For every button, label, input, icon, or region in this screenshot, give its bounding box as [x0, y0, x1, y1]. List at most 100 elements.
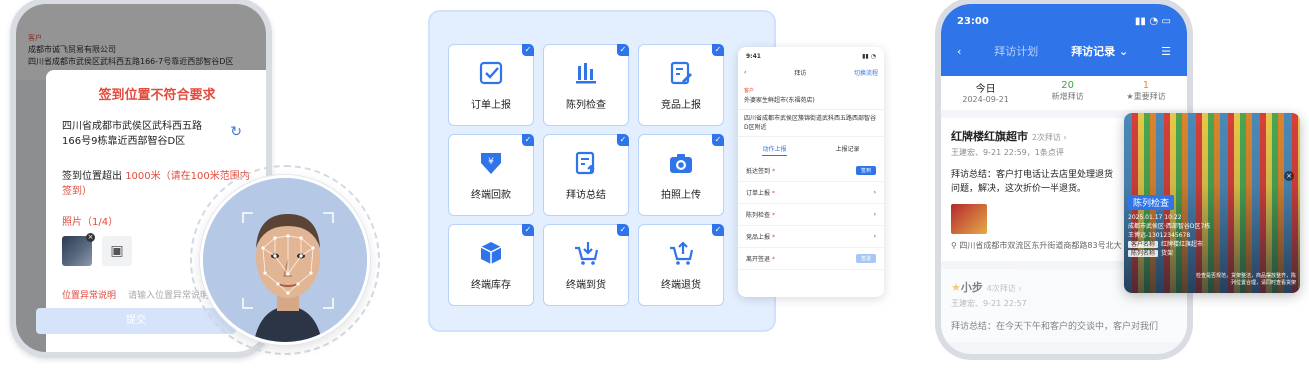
switch-flow-link[interactable]: 切换流程	[854, 68, 878, 77]
check-icon: ✓	[617, 134, 629, 146]
stat-new-visits[interactable]: 20 新增拜访	[1052, 80, 1084, 104]
stats-bar: 今日 2024-09-21 20 新增拜访 1 ★重要拜访	[941, 76, 1187, 110]
visit-summary: 拜访总结：客户打电话让去店里处理退货问题，解决，这次折价一半退货。	[951, 170, 1114, 194]
back-icon[interactable]: ‹	[957, 45, 961, 58]
stat-sub: ★重要拜访	[1126, 92, 1166, 101]
stat-sub: 新增拜访	[1051, 92, 1084, 101]
mini-navbar: ‹ 拜访 切换流程	[738, 60, 884, 83]
tile-display-check[interactable]: ✓ 陈列检查	[543, 44, 629, 126]
tile-label: 拜访总结	[566, 189, 606, 201]
remove-photo-icon[interactable]: ×	[86, 233, 95, 242]
tile-visit-summary[interactable]: ✓ 拜访总结	[543, 134, 629, 216]
chip-display: 陈列名称	[1128, 250, 1159, 257]
tile-competitor-report[interactable]: ✓ 竞品上报	[638, 44, 724, 126]
row-label: 陈列检查	[746, 212, 771, 219]
stat-important-visits[interactable]: 1 ★重要拜访	[1126, 80, 1165, 104]
tab-action-report[interactable]: 动作上报	[762, 144, 787, 156]
chevron-right-icon: ›	[873, 189, 876, 196]
mini-row-display[interactable]: 陈列检查 * ›	[738, 204, 884, 226]
photo-watermark: 2025.01.17 10:22 成都市武侯区·西部智谷D区7栋 王博远-130…	[1128, 213, 1210, 258]
photo-thumbnail[interactable]: ×	[62, 233, 95, 266]
bar-chart-icon	[576, 62, 596, 83]
tile-label: 终端库存	[471, 279, 511, 291]
distance-label: 签到位置超出	[62, 171, 122, 182]
check-icon: ✓	[712, 44, 724, 56]
mini-customer-label: 客户	[744, 88, 755, 94]
records-header: 23:00 ▮▮ ◔ ▭ ‹ 拜访计划 拜访记录 ⌄ ☰	[941, 4, 1187, 76]
refresh-icon[interactable]: ↻	[230, 125, 242, 149]
visit-mini-phone: 9:41 ▮▮ ◔ ‹ 拜访 切换流程 客户 外婆家生鲜超市(东福苑店) 四川省…	[738, 47, 884, 297]
chip-display-value: 货架	[1161, 250, 1174, 257]
checkin-address-row: 四川省成都市武侯区武科西五路166号9栋靠近西部智谷D区 ↻	[62, 119, 252, 149]
photo-footer: 检查是否规范，货架整洁，商品摆放整齐，陈列位置合理，请同时查看货架	[1195, 273, 1296, 286]
visit-count[interactable]: 4次拜访 ›	[987, 284, 1022, 293]
check-icon: ✓	[712, 134, 724, 146]
face-illustration	[203, 178, 367, 342]
filter-icon[interactable]: ☰	[1161, 45, 1171, 58]
signal-icon: ▮▮ ◔	[862, 53, 876, 60]
tile-label: 终端退货	[661, 279, 701, 291]
visit-photo[interactable]	[951, 204, 987, 234]
photo-location: 成都市武侯区·西部智谷D区7栋	[1128, 223, 1211, 230]
tile-terminal-inventory[interactable]: ✓ 终端库存	[448, 224, 534, 306]
edit-document-icon	[670, 61, 692, 84]
status-time: 9:41	[746, 53, 761, 60]
checkout-button[interactable]: 签退	[855, 254, 876, 263]
tile-label: 陈列检查	[566, 99, 606, 111]
close-icon[interactable]: ×	[1284, 171, 1294, 181]
action-grid-card: ✓ 订单上报 ✓ 陈列检查 ✓ 竞品上报 ✓ ¥ 终端回款 ✓ 拜访总结 ✓ 拍…	[428, 10, 776, 332]
row-label: 竞品上报	[746, 234, 771, 241]
row-label: 订单上报	[746, 190, 771, 197]
checkin-button[interactable]: 签到	[855, 166, 876, 175]
chevron-right-icon: ›	[873, 211, 876, 218]
photo-datetime: 2025.01.17 10:22	[1128, 214, 1182, 221]
mini-customer[interactable]: 客户 外婆家生鲜超市(东福苑店)	[738, 83, 884, 110]
row-label: 抵达签到	[746, 168, 771, 175]
tile-terminal-return[interactable]: ✓ 终端退货	[638, 224, 724, 306]
mini-tabs: 动作上报 上报记录	[738, 137, 884, 160]
document-upload-icon	[575, 151, 595, 174]
tile-label: 终端回款	[471, 189, 511, 201]
tile-terminal-arrival[interactable]: ✓ 终端到货	[543, 224, 629, 306]
chip-customer-value: 红牌楼红旗超市	[1161, 241, 1204, 248]
stat-value: 今日	[975, 84, 996, 95]
box-icon	[480, 241, 502, 264]
mini-row-competitor[interactable]: 竞品上报 * ›	[738, 226, 884, 248]
shelf-photo-card[interactable]: × 陈列检查 2025.01.17 10:22 成都市武侯区·西部智谷D区7栋 …	[1124, 113, 1300, 293]
svg-text:¥: ¥	[488, 157, 494, 167]
mini-row-checkin[interactable]: 抵达签到 * 签到	[738, 160, 884, 182]
action-grid: ✓ 订单上报 ✓ 陈列检查 ✓ 竞品上报 ✓ ¥ 终端回款 ✓ 拜访总结 ✓ 拍…	[448, 44, 774, 306]
check-icon: ✓	[522, 44, 534, 56]
status-time: 23:00	[957, 16, 989, 27]
mini-address: 四川省成都市武侯区簇锦街道武科西五路西部智谷D区附近	[738, 110, 884, 137]
location-pin-icon: ⚲	[951, 241, 957, 250]
status-bar: 23:00 ▮▮ ◔ ▭	[957, 16, 1171, 27]
mini-row-checkout[interactable]: 离开签退 * 签退	[738, 248, 884, 270]
check-icon: ✓	[712, 224, 724, 236]
order-check-icon	[479, 61, 503, 84]
camera-icon[interactable]: ▣	[102, 236, 132, 266]
photo-person: 王博远-13012345678	[1128, 232, 1191, 239]
row-label: 离开签退	[746, 256, 771, 263]
tile-photo-upload[interactable]: ✓ 拍照上传	[638, 134, 724, 216]
stat-today[interactable]: 今日 2024-09-21	[962, 80, 1009, 104]
tile-label: 订单上报	[471, 99, 511, 111]
cart-down-icon	[575, 241, 599, 265]
mini-row-order[interactable]: 订单上报 * ›	[738, 182, 884, 204]
tile-payment-collection[interactable]: ✓ ¥ 终端回款	[448, 134, 534, 216]
tab-report-record[interactable]: 上报记录	[835, 144, 859, 156]
back-icon[interactable]: ‹	[744, 69, 746, 76]
check-icon: ✓	[522, 134, 534, 146]
tab-visit-plan[interactable]: 拜访计划	[994, 43, 1038, 59]
chip-customer: 客户名称	[1128, 241, 1159, 248]
tile-order-report[interactable]: ✓ 订单上报	[448, 44, 534, 126]
tab-visit-record[interactable]: 拜访记录 ⌄	[1071, 43, 1128, 59]
check-icon: ✓	[617, 44, 629, 56]
tile-label: 终端到货	[566, 279, 606, 291]
tile-label: 拍照上传	[661, 189, 701, 201]
visit-meta: 王建宏、9-21 22:57	[951, 299, 1027, 308]
visit-count[interactable]: 2次拜访 ›	[1032, 133, 1067, 142]
yuan-down-icon: ¥	[481, 152, 501, 174]
store-name: 小步	[960, 281, 983, 294]
status-bar: 9:41 ▮▮ ◔	[738, 47, 884, 60]
